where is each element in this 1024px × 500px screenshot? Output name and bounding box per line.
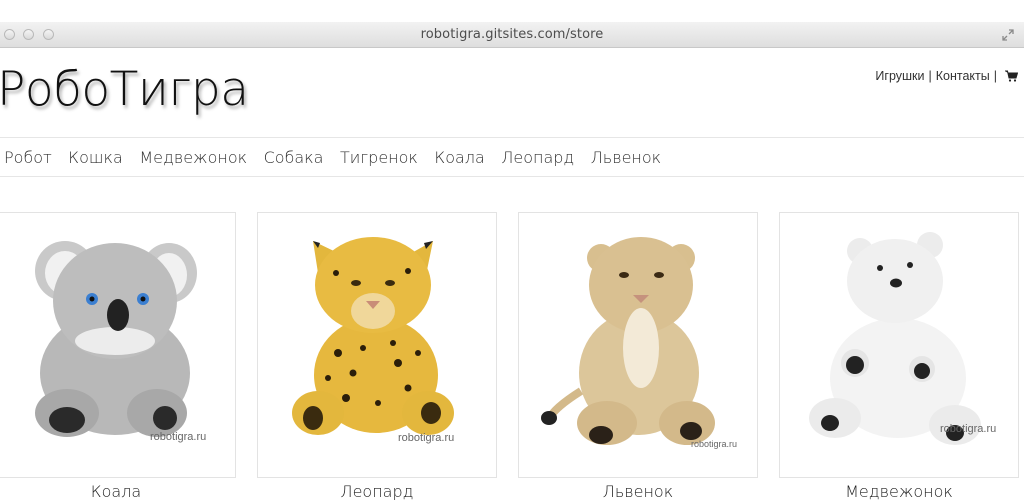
category-koala[interactable]: Коала <box>434 148 484 167</box>
image-watermark: robotigra.ru <box>940 423 997 435</box>
product-card-leopard[interactable]: robotigra.ru <box>257 212 497 478</box>
category-bear-cub[interactable]: Медвежонок <box>139 148 247 167</box>
image-watermark: robotigra.ru <box>398 432 455 444</box>
fullscreen-icon[interactable] <box>1001 28 1015 42</box>
nav-separator: | <box>993 69 997 83</box>
address-bar-url[interactable]: robotigra.gitsites.com/store <box>0 27 1024 42</box>
category-robot[interactable]: Робот <box>4 148 52 167</box>
browser-toolbar: robotigra.gitsites.com/store <box>0 22 1024 48</box>
cart-icon[interactable] <box>1005 70 1018 82</box>
top-navigation: Игрушки | Контакты | <box>875 69 1018 83</box>
product-name-lion-cub[interactable]: Львенок <box>518 482 758 500</box>
leopard-toy-image <box>292 237 454 435</box>
product-card-bear-cub[interactable]: robotigra.ru <box>779 212 1019 478</box>
category-navigation: Робот Кошка Медвежонок Собака Тигренок К… <box>0 137 1024 177</box>
image-watermark: robotigra.ru <box>150 431 207 443</box>
product-name-leopard[interactable]: Леопард <box>257 482 497 500</box>
nav-separator: | <box>928 69 932 83</box>
bear-cub-toy-image <box>809 232 981 445</box>
site-logo[interactable]: РобоТигра <box>0 62 249 117</box>
image-watermark: robotigra.ru <box>691 439 738 449</box>
category-tiger-cub[interactable]: Тигренок <box>340 148 418 167</box>
nav-link-contacts[interactable]: Контакты <box>936 69 990 83</box>
product-card-lion-cub[interactable]: robotigra.ru <box>518 212 758 478</box>
nav-link-toys[interactable]: Игрушки <box>875 69 924 83</box>
product-name-koala[interactable]: Коала <box>0 482 236 500</box>
category-lion-cub[interactable]: Львенок <box>591 148 661 167</box>
category-cat[interactable]: Кошка <box>68 148 123 167</box>
category-leopard[interactable]: Леопард <box>501 148 574 167</box>
product-card-koala[interactable]: robotigra.ru <box>0 212 236 478</box>
category-dog[interactable]: Собака <box>264 148 324 167</box>
product-name-bear-cub[interactable]: Медвежонок <box>779 482 1019 500</box>
